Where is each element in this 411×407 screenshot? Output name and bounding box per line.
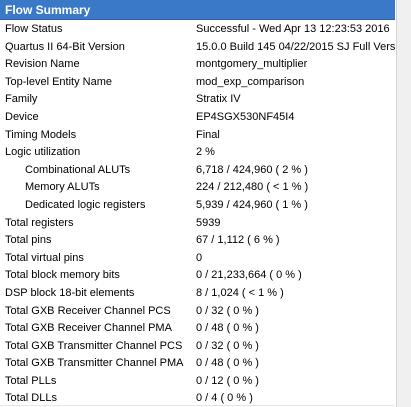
row-value: EP4SGX530NF45I4	[196, 110, 295, 123]
row-label: Device	[5, 110, 39, 123]
table-row[interactable]: Total block memory bits 0 / 21,233,664 ( …	[0, 267, 395, 285]
row-label: Total pins	[5, 234, 52, 247]
row-label: Revision Name	[5, 58, 80, 71]
table-row[interactable]: Logic utilization 2 %	[0, 144, 395, 162]
table-row[interactable]: Family Stratix IV	[0, 91, 395, 109]
row-value: Final	[196, 128, 220, 141]
row-value: Stratix IV	[196, 93, 241, 106]
row-label: Total virtual pins	[5, 251, 84, 264]
row-value: 0	[196, 251, 203, 264]
row-value: 5939	[196, 216, 221, 229]
table-row[interactable]: Total PLLs 0 / 12 ( 0 % )	[0, 373, 395, 391]
table-row[interactable]: Device EP4SGX530NF45I4	[0, 109, 395, 127]
row-value: 0 / 48 ( 0 % )	[196, 357, 259, 370]
row-value: 15.0.0 Build 145 04/22/2015 SJ Full Vers…	[196, 40, 411, 53]
row-label: Top-level Entity Name	[5, 75, 112, 88]
row-value: 67 / 1,112 ( 6 % )	[196, 234, 280, 247]
row-label: Combinational ALUTs	[25, 163, 131, 176]
row-label: DSP block 18-bit elements	[5, 286, 135, 299]
row-label: Total GXB Receiver Channel PCS	[5, 304, 171, 317]
row-label: Total registers	[5, 216, 74, 229]
table-row[interactable]: Total pins 67 / 1,112 ( 6 % )	[0, 232, 395, 250]
table-row[interactable]: Total GXB Transmitter Channel PMA 0 / 48 …	[0, 355, 395, 373]
table-row[interactable]: Flow Status Successful - Wed Apr 13 12:23…	[0, 21, 395, 39]
divider	[0, 405, 395, 406]
summary-table: Flow Status Successful - Wed Apr 13 12:23…	[0, 21, 410, 407]
table-row[interactable]: Top-level Entity Name mod_exp_comparison	[0, 74, 395, 92]
table-row[interactable]: Dedicated logic registers 5,939 / 424,960…	[0, 197, 395, 215]
flow-summary-panel: Flow Summary Flow Status Successful - Wed…	[0, 0, 411, 407]
row-label: Total PLLs	[5, 374, 57, 387]
row-value: 5,939 / 424,960 ( 1 % )	[196, 198, 308, 211]
table-row[interactable]: DSP block 18-bit elements 8 / 1,024 ( < 1…	[0, 285, 395, 303]
table-row[interactable]: Total registers 5939	[0, 215, 395, 233]
row-value: 0 / 48 ( 0 % )	[196, 322, 259, 335]
row-value: 2 %	[196, 146, 215, 159]
row-label: Total GXB Receiver Channel PMA	[5, 322, 172, 335]
table-row[interactable]: Total GXB Receiver Channel PMA 0 / 48 ( 0…	[0, 320, 395, 338]
row-label: Total GXB Transmitter Channel PCS	[5, 339, 183, 352]
table-row[interactable]: Quartus II 64-Bit Version 15.0.0 Build 14…	[0, 39, 410, 57]
row-label: Family	[5, 93, 38, 106]
table-row[interactable]: Total GXB Transmitter Channel PCS 0 / 32 …	[0, 338, 395, 356]
row-label: Logic utilization	[5, 146, 81, 159]
row-value: 0 / 32 ( 0 % )	[196, 339, 259, 352]
row-value: 0 / 12 ( 0 % )	[196, 374, 259, 387]
row-value: montgomery_multiplier	[196, 58, 308, 71]
row-value: mod_exp_comparison	[196, 75, 305, 88]
vertical-scrollbar[interactable]	[396, 0, 411, 407]
row-label: Memory ALUTs	[25, 181, 100, 194]
row-value: 0 / 21,233,664 ( 0 % )	[196, 269, 302, 282]
table-row[interactable]: Timing Models Final	[0, 127, 395, 145]
table-row[interactable]: Revision Name montgomery_multiplier	[0, 56, 395, 74]
table-row[interactable]: Total GXB Receiver Channel PCS 0 / 32 ( 0…	[0, 303, 395, 321]
row-value: 8 / 1,024 ( < 1 % )	[196, 286, 284, 299]
row-value: Successful - Wed Apr 13 12:23:53 2016	[196, 23, 390, 35]
row-label: Total GXB Transmitter Channel PMA	[5, 357, 184, 370]
row-value: 224 / 212,480 ( < 1 % )	[196, 181, 309, 194]
panel-title: Flow Summary	[0, 0, 395, 20]
row-label: Dedicated logic registers	[25, 198, 146, 211]
table-row[interactable]: Memory ALUTs 224 / 212,480 ( < 1 % )	[0, 179, 395, 197]
row-value: 0 / 32 ( 0 % )	[196, 304, 259, 317]
row-label: Total block memory bits	[5, 269, 120, 282]
row-label: Timing Models	[5, 128, 77, 141]
row-label: Quartus II 64-Bit Version	[5, 40, 125, 53]
row-label: Flow Status	[5, 23, 63, 35]
row-value: 6,718 / 424,960 ( 2 % )	[196, 163, 308, 176]
table-row[interactable]: Total virtual pins 0	[0, 250, 395, 268]
table-row[interactable]: Combinational ALUTs 6,718 / 424,960 ( 2 %…	[0, 162, 395, 180]
